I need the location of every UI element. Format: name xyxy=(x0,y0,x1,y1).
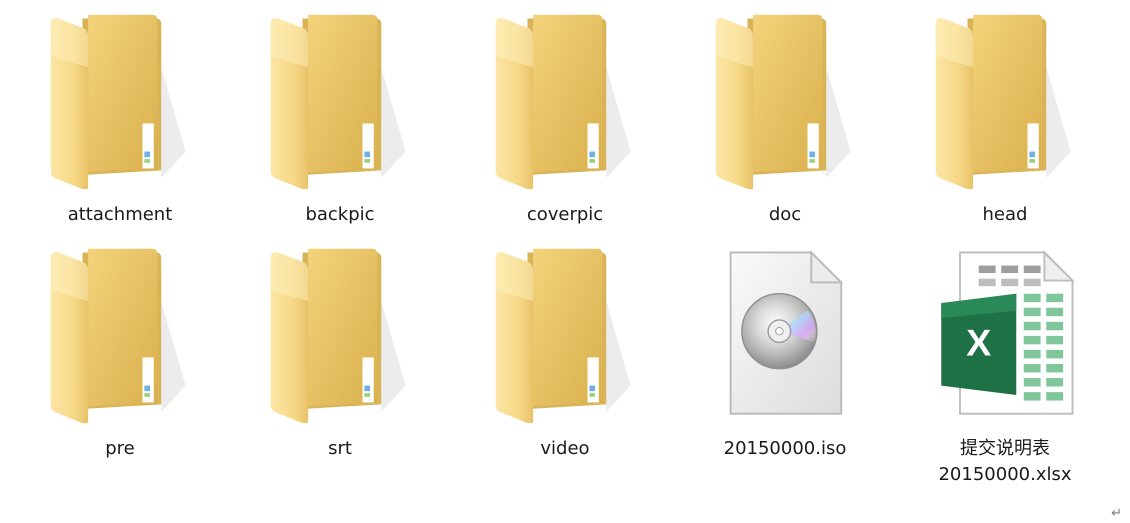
excel-letter: X xyxy=(966,322,991,364)
folder-attachment[interactable]: attachment xyxy=(20,10,220,228)
paragraph-mark: ↵ xyxy=(1111,506,1122,521)
folder-label: doc xyxy=(768,204,802,225)
folder-video[interactable]: video xyxy=(465,244,665,462)
file-label-line1: 提交说明表 xyxy=(960,438,1050,459)
disc-image-file-icon xyxy=(729,250,844,415)
file-xlsx[interactable]: X 提交说明表 20150000.xlsx xyxy=(905,244,1105,488)
folder-backpic[interactable]: backpic xyxy=(240,10,440,228)
folder-icon xyxy=(710,10,860,190)
folder-label: coverpic xyxy=(526,204,604,225)
folder-icon xyxy=(490,10,640,190)
folder-icon xyxy=(490,244,640,424)
file-label: 20150000.iso xyxy=(723,438,847,459)
folder-srt[interactable]: srt xyxy=(240,244,440,462)
folder-icon xyxy=(45,10,195,190)
file-label-line2: 20150000.xlsx xyxy=(938,464,1072,485)
folder-icon xyxy=(930,10,1080,190)
folder-label: head xyxy=(982,204,1028,225)
folder-label: video xyxy=(540,438,590,459)
file-grid: attachment backpic coverpic doc head pre… xyxy=(0,0,1130,523)
folder-icon xyxy=(265,10,415,190)
folder-icon xyxy=(45,244,195,424)
folder-doc[interactable]: doc xyxy=(685,10,885,228)
folder-pre[interactable]: pre xyxy=(20,244,220,462)
excel-file-icon: X xyxy=(941,250,1075,415)
folder-label: srt xyxy=(328,438,352,459)
folder-coverpic[interactable]: coverpic xyxy=(465,10,665,228)
file-iso[interactable]: 20150000.iso xyxy=(685,244,885,462)
folder-label: backpic xyxy=(305,204,375,225)
folder-label: attachment xyxy=(67,204,173,225)
file-label: 提交说明表 20150000.xlsx xyxy=(905,436,1105,488)
folder-label: pre xyxy=(105,438,135,459)
folder-head[interactable]: head xyxy=(905,10,1105,228)
folder-icon xyxy=(265,244,415,424)
